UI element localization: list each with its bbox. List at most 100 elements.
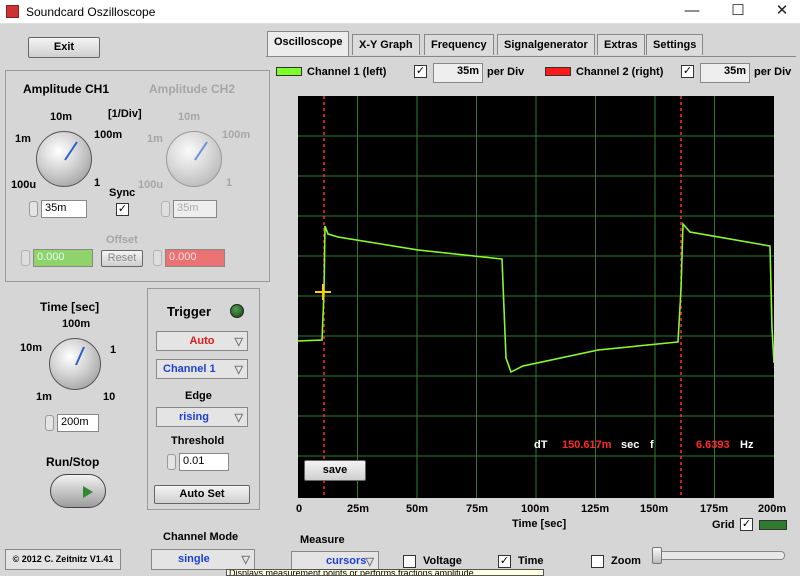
x-tick: 150m [640, 503, 669, 515]
zoom-slider[interactable] [652, 547, 785, 564]
offset-ch2-field[interactable]: 0.000 [165, 249, 225, 267]
trigger-mode-value: Auto [189, 335, 215, 347]
ch1-amplitude-spinner[interactable] [29, 201, 38, 217]
offset-ch2-spinner[interactable] [153, 250, 162, 266]
ch1-scale-1m: 1m [15, 133, 31, 145]
x-tick: 25m [347, 503, 370, 515]
ch1-scale-1: 1 [94, 177, 101, 189]
title-bar: Soundcard Oszilloscope — ☐ ✕ [0, 0, 800, 24]
ch2-scale-1: 1 [226, 177, 233, 189]
f-value: 6.6393 [696, 439, 730, 451]
ch2-amplitude-spinner[interactable] [161, 201, 170, 217]
time-spinner[interactable] [45, 415, 54, 431]
knob-pointer-icon [64, 141, 78, 161]
time-knob[interactable] [49, 338, 101, 390]
grid-label: Grid [712, 519, 735, 531]
sync-checkbox[interactable]: ✓ [116, 203, 129, 216]
ch2-amplitude-field[interactable]: 35m [173, 200, 217, 218]
threshold-field[interactable]: 0.01 [179, 453, 229, 471]
ch2-scale-1m: 1m [147, 133, 163, 145]
ch2-scale-100m: 100m [222, 129, 251, 141]
amplitude-ch1-title: Amplitude CH1 [23, 82, 110, 96]
zoom-label: Zoom [611, 555, 641, 567]
edge-label: Edge [185, 390, 212, 402]
auto-set-button[interactable]: Auto Set [154, 485, 250, 504]
tab-settings[interactable]: Settings [646, 34, 704, 55]
ch1-enable-checkbox[interactable]: ✓ [414, 65, 427, 78]
channel-mode-label: Channel Mode [163, 531, 239, 543]
ch1-scale-10m: 10m [50, 111, 73, 123]
measure-mode-value: cursors [326, 555, 367, 567]
f-unit: Hz [740, 439, 754, 451]
time-scale-100m: 100m [62, 318, 91, 330]
ch2-enable-checkbox[interactable]: ✓ [681, 65, 694, 78]
time-scale-10: 10 [103, 391, 116, 403]
exit-button[interactable]: Exit [28, 37, 100, 58]
knob-pointer-icon [194, 141, 208, 161]
ch1-scale-100m: 100m [94, 129, 123, 141]
tab-xy-graph[interactable]: X-Y Graph [352, 34, 420, 55]
amplitude-unit: [1/Div] [108, 108, 142, 120]
grid-checkbox[interactable]: ✓ [740, 518, 753, 531]
ch2-label: Channel 2 (right) [576, 66, 664, 78]
copyright-label: © 2012 C. Zeitnitz V1.41 [5, 549, 121, 570]
grid-color-swatch[interactable] [759, 520, 787, 530]
x-tick: 200m [758, 503, 787, 515]
zoom-slider-handle[interactable] [652, 547, 662, 564]
offset-reset-button[interactable]: Reset [101, 250, 143, 267]
save-button[interactable]: save [304, 460, 366, 481]
dt-unit: sec [621, 439, 640, 451]
ch1-per-div-label: per Div [487, 66, 525, 78]
x-tick: 50m [406, 503, 429, 515]
tooltip: Displays measurement points or performs … [226, 569, 544, 576]
threshold-spinner[interactable] [167, 454, 176, 470]
ch2-per-div-label: per Div [754, 66, 792, 78]
amplitude-ch2-knob[interactable] [166, 131, 222, 187]
maximize-button[interactable]: ☐ [716, 0, 760, 24]
chevron-down-icon: ▽ [241, 554, 250, 566]
channel-mode-dropdown[interactable]: single ▽ [151, 549, 255, 570]
trigger-edge-value: rising [179, 411, 209, 423]
sync-label: Sync [109, 187, 136, 199]
amplitude-ch1-knob[interactable] [36, 131, 92, 187]
close-button[interactable]: ✕ [760, 0, 800, 24]
ch1-per-div-field[interactable]: 35m [433, 63, 483, 83]
tab-signalgenerator[interactable]: Signalgenerator [497, 34, 595, 55]
ch1-label: Channel 1 (left) [307, 66, 387, 78]
ch1-color-swatch [276, 67, 302, 76]
play-icon [83, 486, 93, 498]
f-label: f [650, 439, 654, 451]
time-value-field[interactable]: 200m [57, 414, 99, 432]
x-tick: 175m [700, 503, 729, 515]
trigger-mode-dropdown[interactable]: Auto ▽ [156, 331, 248, 351]
offset-ch1-field[interactable]: 0.000 [33, 249, 93, 267]
chevron-down-icon: ▽ [234, 412, 243, 424]
chevron-down-icon: ▽ [234, 364, 243, 376]
trigger-channel-dropdown[interactable]: Channel 1 ▽ [156, 359, 248, 379]
x-tick: 0 [296, 503, 303, 515]
run-stop-label: Run/Stop [46, 455, 100, 469]
time-scale-1: 1 [110, 344, 117, 356]
time-scale-1m: 1m [36, 391, 52, 403]
minimize-button[interactable]: — [670, 0, 714, 24]
time-checkbox[interactable]: ✓ [498, 555, 511, 568]
oscilloscope-display[interactable]: dT 150.617m sec f 6.6393 Hz save [298, 96, 774, 498]
tab-extras[interactable]: Extras [597, 34, 645, 55]
scope-grid [298, 96, 774, 498]
ch2-per-div-field[interactable]: 35m [700, 63, 750, 83]
ch1-amplitude-field[interactable]: 35m [41, 200, 87, 218]
x-tick: 75m [466, 503, 489, 515]
trigger-title: Trigger [167, 304, 212, 319]
tab-oscilloscope[interactable]: Oscilloscope [267, 31, 350, 57]
trigger-panel: Trigger Auto ▽ Channel 1 ▽ Edge rising ▽ Th… [147, 288, 260, 510]
run-stop-button[interactable] [50, 474, 106, 508]
zoom-checkbox[interactable] [591, 555, 604, 568]
offset-ch1-spinner[interactable] [21, 250, 30, 266]
threshold-label: Threshold [171, 435, 225, 447]
tab-divider [266, 56, 796, 57]
tab-frequency[interactable]: Frequency [424, 34, 494, 55]
amplitude-ch2-title: Amplitude CH2 [149, 82, 236, 96]
trigger-edge-dropdown[interactable]: rising ▽ [156, 407, 248, 427]
voltage-checkbox[interactable] [403, 555, 416, 568]
time-title: Time [sec] [40, 300, 100, 314]
